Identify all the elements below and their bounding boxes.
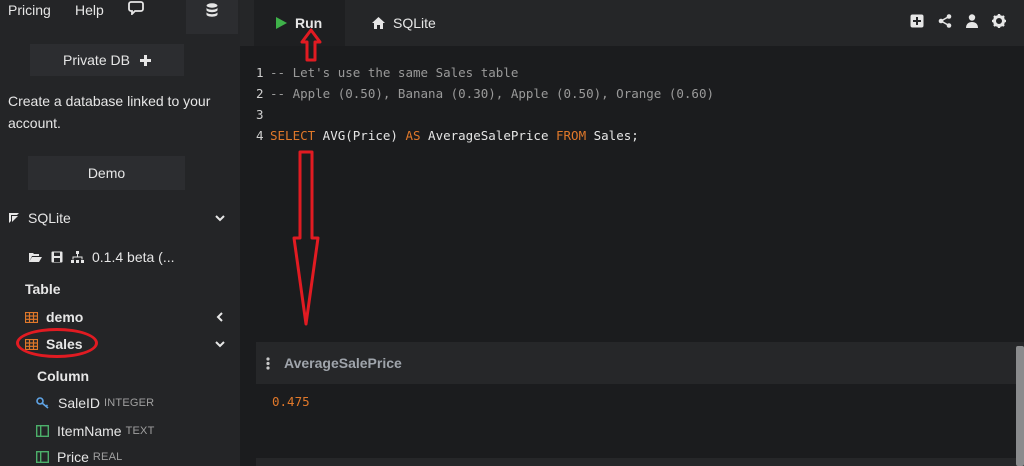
column-icon <box>36 425 49 437</box>
sql-keyword: AS <box>405 128 421 143</box>
column-name: Price <box>57 449 89 465</box>
column-item-price[interactable]: Price REAL <box>0 445 240 466</box>
private-db-button[interactable]: Private DB <box>30 44 184 76</box>
result-column-name: AverageSalePrice <box>284 355 402 371</box>
sitemap-icon[interactable] <box>71 250 84 264</box>
toolbar-icons <box>910 14 1006 28</box>
column-type: TEXT <box>125 425 155 437</box>
sqlite-section-toggle[interactable]: SQLite <box>0 206 240 230</box>
column-icon <box>36 451 49 463</box>
pricing-link[interactable]: Pricing <box>8 2 51 18</box>
line-number: 2 <box>256 86 264 101</box>
home-icon <box>372 17 385 29</box>
run-button[interactable]: Run <box>254 0 345 46</box>
sidebar: Pricing Help Private DB Create a databas… <box>0 0 240 466</box>
line-number: 1 <box>256 65 264 80</box>
top-nav: Pricing Help <box>0 0 240 34</box>
code-text: Sales; <box>586 128 639 143</box>
tab-bar: Run SQLite <box>240 0 1024 46</box>
code-text: AVG(Price) <box>315 128 406 143</box>
private-db-message: Create a database linked to your account… <box>8 93 211 131</box>
result-scrollbar[interactable] <box>1016 346 1024 466</box>
user-icon[interactable] <box>966 14 978 28</box>
column-item-itemname[interactable]: ItemName TEXT <box>0 419 240 443</box>
code-line: 1 -- Let's use the same Sales table <box>256 62 1016 83</box>
add-square-icon[interactable] <box>910 14 924 28</box>
table-item-demo[interactable]: demo <box>0 305 240 329</box>
db-toolbar-row: 0.1.4 beta (... <box>0 245 240 269</box>
table-heading: Table <box>25 281 61 297</box>
code-line: 3 <box>256 104 1016 125</box>
chevron-down-icon <box>215 215 225 222</box>
run-label: Run <box>295 15 323 31</box>
sqlite-feather-icon <box>9 213 19 223</box>
private-db-label: Private DB <box>63 52 130 68</box>
code-comment: -- Apple (0.50), Banana (0.30), Apple (0… <box>270 86 715 101</box>
database-icon <box>206 2 218 17</box>
demo-button[interactable]: Demo <box>28 156 185 190</box>
column-type: REAL <box>92 451 123 463</box>
table-icon <box>25 311 38 323</box>
sqlite-label: SQLite <box>28 210 71 226</box>
sql-keyword: SELECT <box>270 128 316 143</box>
main-panel: Run SQLite 1 -- Let's use the same Sales … <box>240 0 1024 466</box>
gear-icon[interactable] <box>992 14 1006 28</box>
column-name: SaleID <box>58 395 101 411</box>
column-name: ItemName <box>57 423 122 439</box>
chat-icon[interactable] <box>128 1 144 18</box>
tab-sqlite[interactable]: SQLite <box>350 0 450 46</box>
sql-editor[interactable]: 1 -- Let's use the same Sales table 2 -- A… <box>256 62 1016 146</box>
folder-open-icon[interactable] <box>28 251 43 263</box>
code-line: 2 -- Apple (0.50), Banana (0.30), Apple (… <box>256 83 1016 104</box>
line-number: 3 <box>256 107 264 122</box>
code-line: 4 SELECT AVG(Price) AS AverageSalePrice F… <box>256 125 1016 146</box>
sql-keyword: FROM <box>556 128 587 143</box>
plus-icon <box>139 54 151 66</box>
result-cell: 0.475 <box>272 394 310 409</box>
annotation-ellipse <box>16 328 98 358</box>
save-icon[interactable] <box>51 251 63 263</box>
code-text: AverageSalePrice <box>420 128 556 143</box>
table-item-label: demo <box>46 309 84 325</box>
code-comment: -- Let's use the same Sales table <box>270 65 519 80</box>
database-button[interactable] <box>186 0 238 34</box>
result-footer <box>256 458 1024 466</box>
chevron-down-icon <box>215 341 225 348</box>
key-icon <box>36 397 49 409</box>
chevron-left-icon <box>216 312 223 322</box>
play-icon <box>276 17 287 29</box>
column-menu-icon[interactable] <box>266 356 270 370</box>
column-heading: Column <box>37 368 90 384</box>
help-link[interactable]: Help <box>75 2 104 18</box>
share-icon[interactable] <box>938 14 952 28</box>
column-type: INTEGER <box>104 397 155 409</box>
version-label: 0.1.4 beta (... <box>92 249 175 265</box>
tab-sqlite-label: SQLite <box>393 15 436 31</box>
result-header: AverageSalePrice <box>256 342 1024 384</box>
line-number: 4 <box>256 128 264 143</box>
column-item-saleid[interactable]: SaleID INTEGER <box>0 391 240 415</box>
